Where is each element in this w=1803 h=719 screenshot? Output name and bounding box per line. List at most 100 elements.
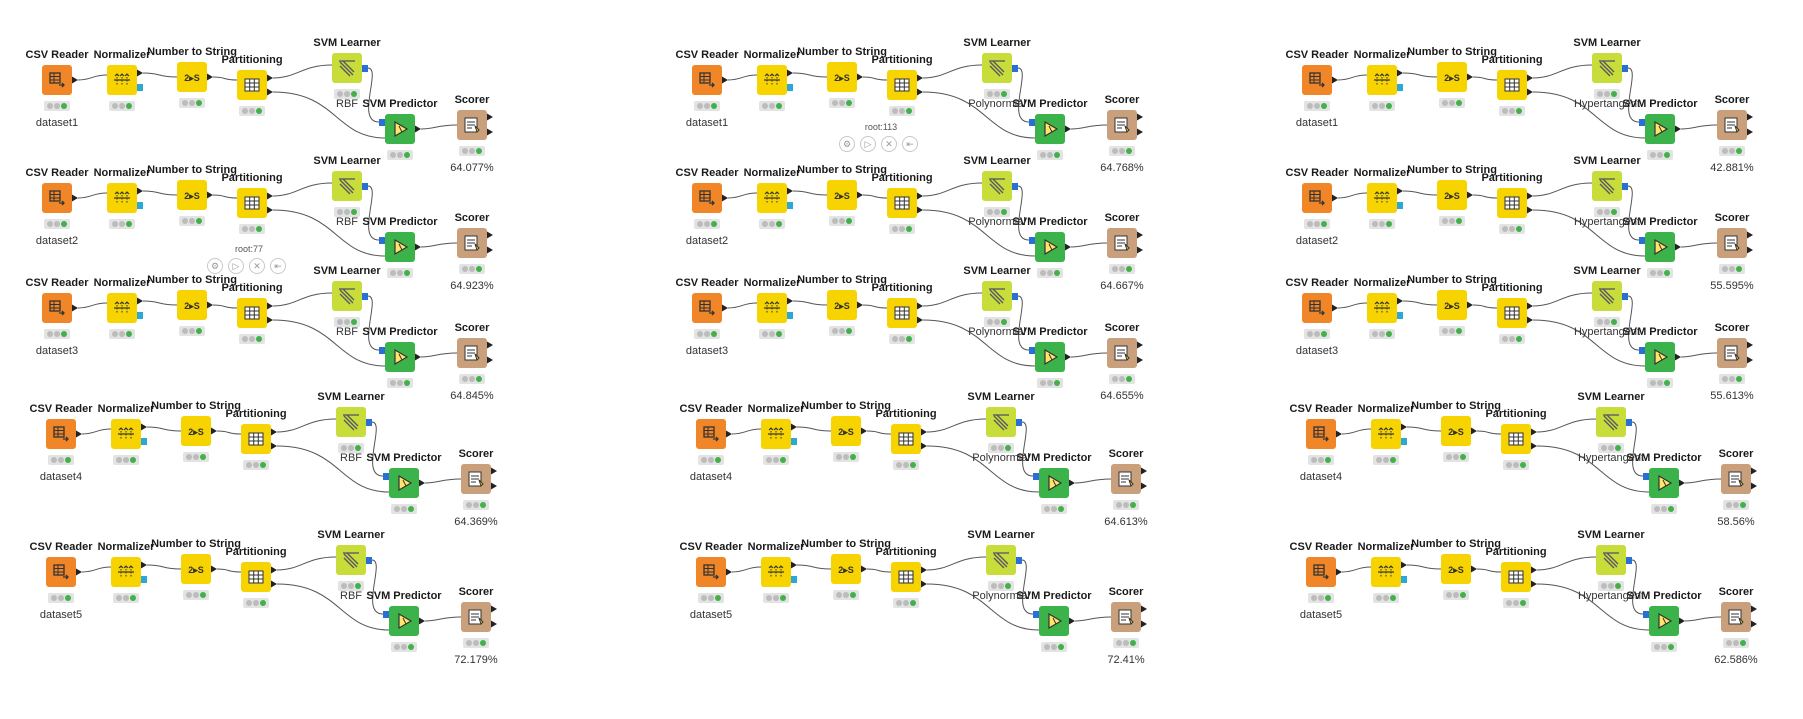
port-arrow[interactable] [267, 88, 273, 96]
model-out-port[interactable] [787, 84, 793, 91]
port-arrow[interactable] [1137, 231, 1143, 239]
connection-line[interactable] [727, 74, 758, 81]
port-arrow[interactable] [1527, 74, 1533, 82]
normalizer-node[interactable] [107, 65, 137, 95]
port-arrow[interactable] [137, 297, 143, 305]
csv-reader-node[interactable] [692, 293, 722, 323]
connection-line[interactable] [1680, 352, 1718, 358]
model-out-port[interactable] [1401, 438, 1407, 445]
svm-learner-node[interactable] [986, 407, 1016, 437]
port-arrow[interactable] [1531, 428, 1537, 436]
svm-learner-node[interactable] [1596, 407, 1626, 437]
connection-line[interactable] [424, 616, 462, 622]
port-arrow[interactable] [1747, 128, 1753, 136]
number-to-string-node[interactable]: 2▸S [181, 554, 211, 584]
connection-line[interactable] [866, 430, 892, 435]
normalizer-node[interactable] [1367, 183, 1397, 213]
connection-line[interactable] [1021, 421, 1034, 477]
svm-predictor-node[interactable] [385, 342, 415, 372]
port-arrow[interactable] [1397, 297, 1403, 305]
model-in-port[interactable] [1029, 119, 1035, 126]
model-out-port[interactable] [366, 557, 372, 564]
port-arrow[interactable] [917, 192, 923, 200]
connection-line[interactable] [1406, 564, 1442, 570]
port-arrow[interactable] [207, 301, 213, 309]
partitioning-node[interactable] [237, 298, 267, 328]
port-arrow[interactable] [921, 428, 927, 436]
port-arrow[interactable] [1751, 482, 1757, 490]
scorer-node[interactable] [1107, 110, 1137, 140]
number-to-string-node[interactable]: 2▸S [1437, 290, 1467, 320]
port-arrow[interactable] [787, 297, 793, 305]
connection-line[interactable] [81, 566, 112, 573]
connection-line[interactable] [792, 190, 828, 196]
model-out-port[interactable] [787, 202, 793, 209]
connection-line[interactable] [1472, 76, 1498, 81]
connection-line[interactable] [1472, 194, 1498, 199]
model-out-port[interactable] [1622, 183, 1628, 190]
connection-line[interactable] [1532, 182, 1593, 197]
model-in-port[interactable] [1033, 611, 1039, 618]
connection-line[interactable] [276, 418, 337, 433]
svm-predictor-node[interactable] [1645, 342, 1675, 372]
connection-line[interactable] [1017, 67, 1030, 123]
port-arrow[interactable] [917, 74, 923, 82]
port-arrow[interactable] [1747, 113, 1753, 121]
port-arrow[interactable] [857, 73, 863, 81]
model-out-port[interactable] [137, 84, 143, 91]
partitioning-node[interactable] [891, 424, 921, 454]
svm-learner-node[interactable] [332, 171, 362, 201]
connection-line[interactable] [420, 352, 458, 358]
port-arrow[interactable] [487, 128, 493, 136]
port-arrow[interactable] [1747, 246, 1753, 254]
connection-line[interactable] [926, 556, 987, 571]
port-arrow[interactable] [487, 356, 493, 364]
connection-line[interactable] [371, 559, 384, 615]
execute-icon[interactable]: ▷ [228, 258, 244, 274]
port-arrow[interactable] [787, 69, 793, 77]
csv-reader-node[interactable] [1302, 65, 1332, 95]
connection-line[interactable] [1476, 430, 1502, 435]
port-arrow[interactable] [1675, 243, 1681, 251]
port-arrow[interactable] [1675, 125, 1681, 133]
port-arrow[interactable] [415, 125, 421, 133]
connection-line[interactable] [146, 426, 182, 432]
port-arrow[interactable] [211, 427, 217, 435]
scorer-node[interactable] [1717, 338, 1747, 368]
partitioning-node[interactable] [887, 298, 917, 328]
model-out-port[interactable] [791, 438, 797, 445]
model-out-port[interactable] [137, 202, 143, 209]
connection-line[interactable] [1341, 428, 1372, 435]
connection-line[interactable] [1536, 556, 1597, 571]
svm-predictor-node[interactable] [1649, 606, 1679, 636]
port-arrow[interactable] [76, 430, 82, 438]
normalizer-node[interactable] [1367, 293, 1397, 323]
connection-line[interactable] [1337, 74, 1368, 81]
connection-line[interactable] [1684, 478, 1722, 484]
model-out-port[interactable] [1016, 557, 1022, 564]
port-arrow[interactable] [1137, 113, 1143, 121]
number-to-string-node[interactable]: 2▸S [827, 62, 857, 92]
connection-line[interactable] [1070, 124, 1108, 130]
connection-line[interactable] [792, 300, 828, 306]
connection-line[interactable] [1631, 421, 1644, 477]
normalizer-node[interactable] [111, 557, 141, 587]
port-arrow[interactable] [791, 423, 797, 431]
port-arrow[interactable] [487, 246, 493, 254]
connection-line[interactable] [1337, 192, 1368, 199]
connection-line[interactable] [1402, 300, 1438, 306]
connection-line[interactable] [862, 304, 888, 309]
model-out-port[interactable] [1397, 84, 1403, 91]
port-arrow[interactable] [726, 430, 732, 438]
model-in-port[interactable] [1639, 347, 1645, 354]
port-arrow[interactable] [1531, 566, 1537, 574]
normalizer-node[interactable] [1371, 419, 1401, 449]
csv-reader-node[interactable] [1302, 183, 1332, 213]
port-arrow[interactable] [1471, 427, 1477, 435]
model-out-port[interactable] [141, 438, 147, 445]
port-arrow[interactable] [1137, 246, 1143, 254]
partitioning-node[interactable] [887, 70, 917, 100]
connection-line[interactable] [796, 426, 832, 432]
normalizer-node[interactable] [757, 293, 787, 323]
number-to-string-node[interactable]: 2▸S [827, 180, 857, 210]
